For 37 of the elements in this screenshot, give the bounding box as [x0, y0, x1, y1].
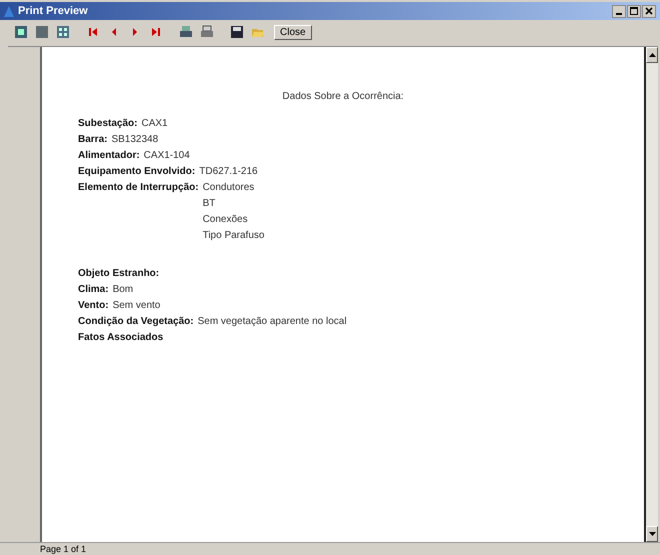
field-label: Barra: — [78, 133, 108, 147]
field-value: Tipo Parafuso — [202, 229, 264, 243]
scroll-up-icon[interactable] — [646, 47, 658, 63]
close-icon — [645, 7, 653, 15]
window-close-button[interactable] — [642, 4, 656, 18]
report-heading: Dados Sobre a Ocorrência: — [281, 91, 405, 102]
field-label: Equipamento Envolvido: — [78, 165, 196, 179]
field-label: Condição da Vegetação: — [78, 315, 194, 329]
field-label: Elemento de Interrupção: — [78, 181, 199, 195]
scroll-down-icon[interactable] — [646, 526, 658, 542]
single-page-icon[interactable] — [12, 23, 30, 41]
field-value: Condutores — [202, 181, 256, 195]
field-label: Vento: — [78, 299, 109, 313]
app-icon — [4, 6, 14, 16]
field-label: Clima: — [78, 283, 109, 297]
field-label: Objeto Estranho: — [78, 267, 160, 281]
window-title: Print Preview — [18, 5, 89, 17]
field-value: Sem vegetação aparente no local — [198, 315, 347, 329]
field-value: SB132348 — [111, 133, 158, 147]
minimize-button[interactable] — [612, 4, 626, 18]
field-value: CAX1 — [141, 117, 168, 131]
field-value: CAX1-104 — [144, 149, 190, 163]
scrollbar[interactable] — [646, 47, 658, 542]
field-value: Conexões — [202, 213, 249, 227]
save-icon[interactable] — [228, 23, 246, 41]
field-value: Bom — [112, 283, 134, 297]
field-label: Fatos Associados — [78, 331, 164, 345]
field-label: Subestação: — [78, 117, 138, 131]
close-button[interactable]: Close — [274, 24, 312, 40]
maximize-icon — [630, 7, 638, 15]
field-value: Sem vento — [112, 299, 160, 313]
field-value: TD627.1-216 — [199, 165, 258, 179]
page-count: Page 1 of 1 — [40, 544, 86, 554]
multi-page-icon[interactable] — [54, 23, 72, 41]
field-label: Alimentador: — [78, 149, 140, 163]
field-value: BT — [202, 197, 216, 211]
maximize-button[interactable] — [627, 4, 641, 18]
